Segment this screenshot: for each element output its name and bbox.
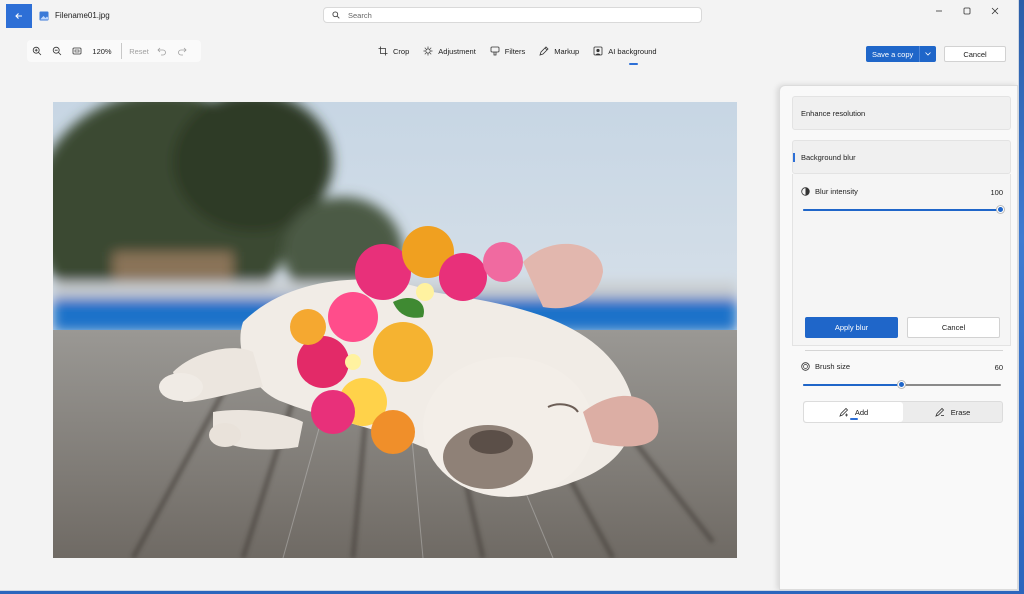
brush-size-slider[interactable] [803, 381, 1001, 388]
toolbar-divider [121, 43, 122, 59]
brush-erase-label: Erase [950, 407, 971, 417]
cancel-blur-button[interactable]: Cancel [907, 317, 1000, 338]
brush-size-icon [801, 362, 810, 371]
brush-size-row: Brush size [801, 362, 850, 371]
filters-icon [490, 46, 500, 56]
blur-intensity-thumb[interactable] [997, 206, 1004, 213]
tab-filters-label: Filters [504, 46, 526, 56]
search-placeholder: Search [348, 10, 372, 20]
fit-screen-icon [72, 47, 82, 55]
window-controls [934, 6, 1000, 16]
undo-icon [157, 47, 166, 56]
image-file-icon [39, 11, 49, 21]
photo-canvas[interactable] [53, 102, 737, 558]
maximize-button[interactable] [962, 6, 972, 16]
tab-filters[interactable]: Filters [490, 43, 525, 59]
markup-icon [539, 46, 549, 56]
dog-photo [53, 102, 737, 558]
zoom-in-button[interactable] [27, 41, 47, 61]
zoom-out-icon [52, 46, 62, 56]
panel-divider [805, 350, 1003, 351]
blur-intensity-row: Blur intensity [801, 187, 858, 196]
ai-background-icon [593, 46, 603, 56]
close-icon [991, 7, 999, 15]
tab-adjustment[interactable]: Adjustment [423, 43, 476, 59]
save-a-copy-label: Save a copy [872, 49, 914, 59]
apply-blur-button[interactable]: Apply blur [805, 317, 898, 338]
maximize-icon [963, 7, 971, 15]
brush-add-icon [839, 407, 848, 417]
search-icon [332, 11, 340, 19]
redo-button[interactable] [172, 41, 192, 61]
zoom-level[interactable]: 120% [87, 47, 117, 56]
close-button[interactable] [990, 6, 1000, 16]
brush-erase-icon [934, 407, 944, 417]
tab-ai-background-label: AI background [608, 46, 657, 56]
fit-to-window-button[interactable] [67, 41, 87, 61]
brush-mode-toggle: Add Erase [803, 401, 1003, 423]
tab-crop[interactable]: Crop [378, 43, 409, 59]
reset-button[interactable]: Reset [126, 47, 152, 56]
zoom-out-button[interactable] [47, 41, 67, 61]
background-blur-label: Background blur [801, 152, 856, 162]
tab-markup[interactable]: Markup [539, 43, 579, 59]
minimize-icon [936, 10, 942, 12]
back-button[interactable] [6, 4, 32, 28]
file-name: Filename01.jpg [55, 11, 110, 20]
search-input[interactable]: Search [323, 7, 702, 23]
redo-icon [178, 47, 187, 56]
background-blur-item[interactable]: Background blur [792, 140, 1011, 174]
brush-size-fill [803, 384, 902, 386]
enhance-resolution-label: Enhance resolution [801, 108, 866, 118]
brush-erase-button[interactable]: Erase [903, 402, 1002, 422]
undo-button[interactable] [152, 41, 172, 61]
enhance-resolution-item[interactable]: Enhance resolution [792, 96, 1011, 130]
blur-settings: Blur intensity 100 Apply blur Cancel Bru… [792, 174, 1011, 423]
brush-size-thumb[interactable] [898, 381, 905, 388]
brush-add-label: Add [854, 407, 869, 417]
photos-app-window: Filename01.jpg Search 120% Reset Crop Ad… [0, 0, 1019, 591]
blur-intensity-slider[interactable] [803, 206, 1004, 213]
minimize-button[interactable] [934, 6, 944, 16]
contrast-icon [801, 187, 810, 196]
brush-add-button[interactable]: Add [804, 402, 903, 422]
chevron-down-icon [925, 52, 931, 56]
tab-ai-background[interactable]: AI background [593, 43, 657, 65]
blur-intensity-fill [803, 209, 1001, 211]
blur-intensity-label: Blur intensity [815, 187, 858, 196]
ai-background-panel: Enhance resolution Background blur Blur … [779, 85, 1018, 590]
brush-size-label: Brush size [815, 362, 851, 371]
back-arrow-icon [15, 13, 22, 19]
edit-tools: Crop Adjustment Filters Markup AI backgr… [378, 43, 657, 65]
save-a-copy-button[interactable]: Save a copy [866, 46, 936, 62]
tab-adjustment-label: Adjustment [438, 46, 476, 56]
zoom-in-icon [32, 46, 42, 56]
blur-intensity-value: 100 [990, 188, 1003, 197]
adjustment-icon [423, 46, 433, 56]
zoom-toolbar: 120% Reset [27, 40, 201, 62]
brush-size-value: 60 [994, 363, 1003, 372]
tab-crop-label: Crop [393, 46, 410, 56]
save-options-dropdown[interactable] [919, 46, 936, 62]
crop-icon [378, 46, 388, 56]
cancel-edit-button[interactable]: Cancel [944, 46, 1006, 62]
tab-markup-label: Markup [554, 46, 580, 56]
